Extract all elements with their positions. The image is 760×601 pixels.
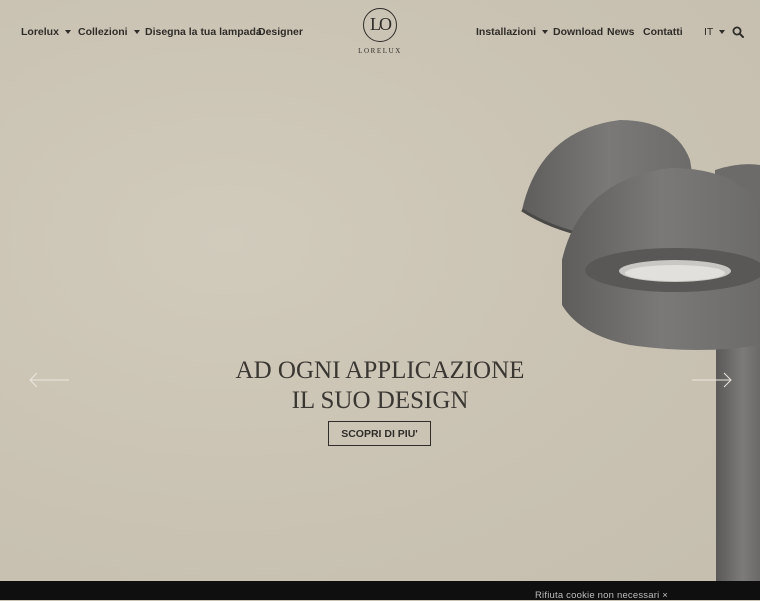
- nav-installazioni-label: Installazioni: [476, 26, 537, 38]
- reject-cookies-label: Rifiuta cookie non necessari ×: [535, 590, 669, 601]
- nav-download-label: Download: [553, 26, 604, 38]
- nav-collezioni-label: Collezioni: [78, 26, 128, 38]
- search-icon[interactable]: [732, 26, 744, 38]
- discover-more-button[interactable]: SCOPRI DI PIU': [328, 421, 431, 446]
- nav-designer-label: Designer: [258, 26, 303, 38]
- lorelux-logo[interactable]: LO LORELUX: [358, 8, 402, 58]
- discover-more-label: SCOPRI DI PIU': [341, 427, 418, 440]
- arrow-right-icon[interactable]: [690, 372, 732, 388]
- nav-download[interactable]: Download: [553, 26, 603, 38]
- headline-line-2: IL SUO DESIGN: [291, 387, 469, 414]
- hero-headline: AD OGNI APPLICAZIONE IL SUO DESIGN: [180, 356, 580, 416]
- caret-down-icon: [719, 30, 726, 35]
- nav-contatti[interactable]: Contatti: [643, 26, 683, 38]
- reject-cookies-button[interactable]: Rifiuta cookie non necessari ×: [535, 590, 668, 601]
- arrow-left-icon[interactable]: [29, 372, 71, 388]
- caret-down-icon: [542, 30, 549, 35]
- language-label: IT: [704, 26, 714, 38]
- nav-lorelux-label: Lorelux: [21, 26, 59, 38]
- caret-down-icon: [133, 30, 140, 35]
- caret-down-icon: [64, 30, 71, 35]
- logo-wordmark: LORELUX: [358, 47, 402, 55]
- cookie-bar: Rifiuta cookie non necessari ×: [0, 581, 760, 601]
- language-selector[interactable]: IT: [704, 26, 726, 38]
- hero-slider: Lorelux Collezioni Disegna la tua lampad…: [0, 0, 760, 600]
- nav-lorelux[interactable]: Lorelux: [21, 26, 71, 38]
- lamp-image: [521, 120, 760, 600]
- nav-collezioni[interactable]: Collezioni: [78, 26, 140, 38]
- nav-news-label: News: [607, 26, 635, 38]
- nav-contatti-label: Contatti: [643, 26, 683, 38]
- nav-designer[interactable]: Designer: [258, 26, 303, 38]
- logo-circle: LO: [363, 8, 397, 42]
- nav-disegna-label: Disegna la tua lampada: [145, 26, 262, 38]
- main-navigation: Lorelux Collezioni Disegna la tua lampad…: [0, 0, 760, 64]
- logo-monogram: LO: [370, 14, 392, 34]
- nav-disegna[interactable]: Disegna la tua lampada: [145, 26, 262, 38]
- headline-line-1: AD OGNI APPLICAZIONE: [235, 357, 525, 384]
- nav-news[interactable]: News: [607, 26, 634, 38]
- nav-installazioni[interactable]: Installazioni: [476, 26, 549, 38]
